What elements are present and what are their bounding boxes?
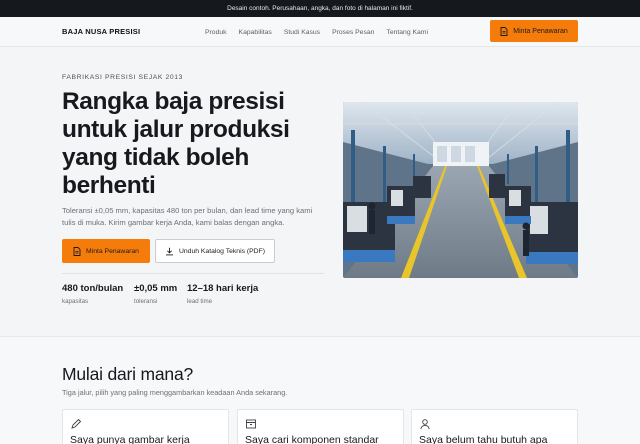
start-paths-section: Mulai dari mana? Tiga jalur, pilih yang …	[0, 336, 640, 444]
path-card-title: Saya belum tahu butuh apa	[419, 434, 548, 444]
nav-link-produk[interactable]: Produk	[205, 29, 227, 36]
hero-subtitle: Toleransi ±0,05 mm, kapasitas 480 ton pe…	[62, 206, 313, 227]
path-card-title: Saya cari komponen standar	[245, 434, 379, 444]
request-quote-button[interactable]: Minta Penawaran	[62, 239, 150, 263]
path-card-title: Saya punya gambar kerja	[70, 434, 190, 444]
brand-logo[interactable]: BAJA NUSA PRESISI	[62, 27, 140, 36]
stat-value: 12–18 hari kerja	[187, 283, 259, 294]
stat-lead-time: 12–18 hari kerja lead time	[187, 283, 258, 305]
factory-floor-photo	[343, 102, 578, 278]
factory-floor-illustration	[343, 102, 578, 278]
section-title: Mulai dari mana?	[62, 364, 194, 384]
path-card-drawing[interactable]: Saya punya gambar kerja	[62, 409, 229, 444]
request-quote-label: Minta Penawaran	[86, 247, 139, 255]
path-card-standard-component[interactable]: Saya cari komponen standar	[237, 409, 404, 444]
download-icon	[165, 247, 173, 255]
section-subtitle: Tiga jalur, pilih yang paling menggambar…	[62, 388, 288, 397]
nav-link-proses-pesan[interactable]: Proses Pesan	[332, 29, 374, 36]
pencil-icon	[71, 418, 82, 429]
stat-label: kapasitas	[62, 298, 89, 305]
path-card-unsure[interactable]: Saya belum tahu butuh apa	[411, 409, 578, 444]
stat-label: toleransi	[134, 298, 158, 305]
request-quote-button-header[interactable]: Minta Penawaran	[490, 20, 578, 42]
nav-link-kapabilitas[interactable]: Kapabilitas	[239, 29, 272, 36]
stat-tolerance: ±0,05 mm toleransi	[134, 283, 177, 305]
download-catalog-button[interactable]: Unduh Katalog Teknis (PDF)	[155, 239, 275, 263]
document-icon	[500, 26, 508, 36]
stat-value: 480 ton/bulan	[62, 283, 124, 294]
stat-label: lead time	[187, 298, 213, 305]
person-icon	[420, 419, 430, 430]
download-catalog-label: Unduh Katalog Teknis (PDF)	[178, 247, 265, 255]
stat-capacity: 480 ton/bulan kapasitas	[62, 283, 123, 305]
announcement-text: Desain contoh. Perusahaan, angka, dan fo…	[227, 5, 413, 12]
nav-link-tentang-kami[interactable]: Tentang Kami	[386, 29, 428, 36]
site-header: BAJA NUSA PRESISI Produk Kapabilitas Stu…	[0, 17, 640, 47]
request-quote-label: Minta Penawaran	[513, 27, 568, 35]
hero-title: Rangka baja presisi untuk jalur produksi…	[62, 88, 290, 199]
stats-divider	[62, 273, 324, 274]
main-nav: Produk Kapabilitas Studi Kasus Proses Pe…	[205, 17, 440, 47]
box-icon	[246, 419, 256, 429]
nav-link-studi-kasus[interactable]: Studi Kasus	[284, 29, 320, 36]
hero-eyebrow: FABRIKASI PRESISI SEJAK 2013	[62, 74, 184, 81]
announcement-bar: Desain contoh. Perusahaan, angka, dan fo…	[0, 0, 640, 17]
document-icon	[73, 246, 81, 256]
stat-value: ±0,05 mm	[134, 283, 178, 294]
